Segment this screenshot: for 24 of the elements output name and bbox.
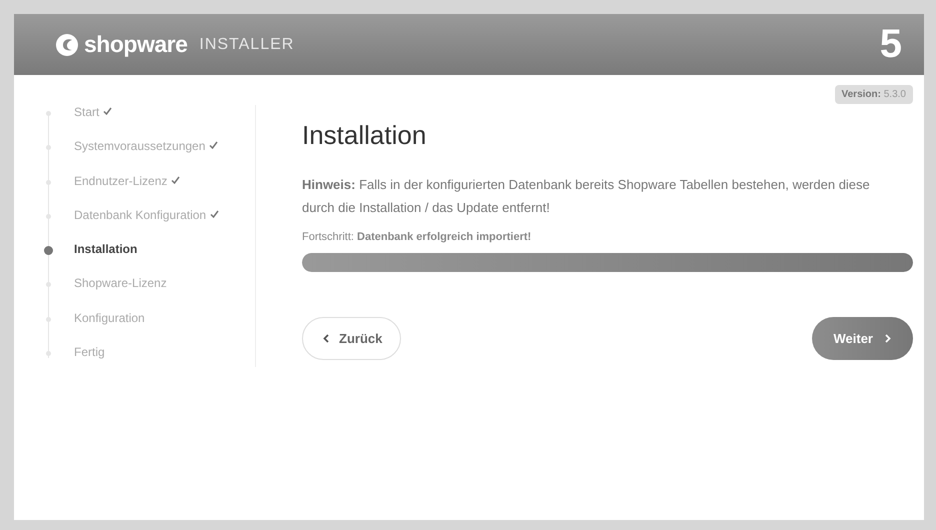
back-button[interactable]: Zurück [302,317,402,360]
version-badge: Version: 5.3.0 [834,85,913,104]
step-label: Endnutzer-Lizenz [74,174,168,188]
brand-name: shopware [84,31,188,58]
step-label: Shopware-Lizenz [74,276,167,290]
check-icon [103,107,112,115]
step-label: Konfiguration [74,310,145,325]
next-button[interactable]: Weiter [812,317,913,360]
notice-text: Hinweis: Falls in der konfigurierten Datenbank bereits Shopware Tabellen bestehen, werden diese durch die Installation / das Update entfernt! [302,176,871,217]
step-label: Installation [74,242,138,256]
product-name: INSTALLER [199,36,294,54]
step-label: Start [74,105,100,119]
version-mark: 5 [880,22,902,67]
chevron-right-icon [885,334,891,343]
check-icon [209,141,218,150]
page-title: Installation [302,120,428,151]
step-label: Fertig [74,345,105,360]
logo-icon [56,34,78,56]
progress-label: Fortschritt: Datenbank erfolgreich importiert! [302,231,532,243]
step-label: Systemvoraussetzungen [74,139,206,154]
step-label: Datenbank Konfiguration [74,208,206,222]
check-icon [171,176,180,184]
chevron-left-icon [323,334,329,343]
check-icon [210,210,220,218]
